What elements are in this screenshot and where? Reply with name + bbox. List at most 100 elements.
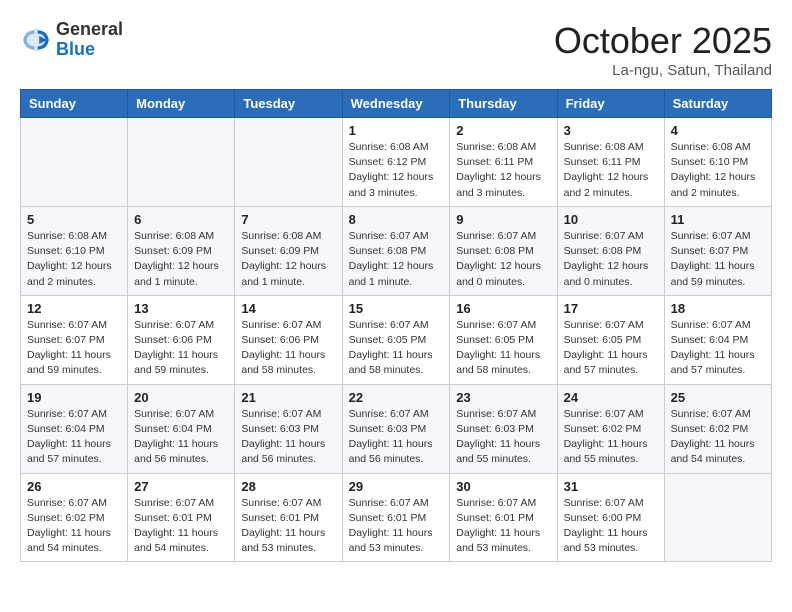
day-number: 4 <box>671 123 765 138</box>
day-info: Sunrise: 6:07 AM Sunset: 6:08 PM Dayligh… <box>456 229 550 290</box>
day-number: 8 <box>349 212 444 227</box>
column-header-friday: Friday <box>557 90 664 118</box>
column-header-sunday: Sunday <box>21 90 128 118</box>
day-info: Sunrise: 6:07 AM Sunset: 6:08 PM Dayligh… <box>564 229 658 290</box>
calendar-cell <box>664 473 771 562</box>
column-header-thursday: Thursday <box>450 90 557 118</box>
day-number: 27 <box>134 479 228 494</box>
day-number: 1 <box>349 123 444 138</box>
calendar-cell: 31 Sunrise: 6:07 AM Sunset: 6:00 PM Dayli… <box>557 473 664 562</box>
calendar-cell: 21Sunrise: 6:07 AM Sunset: 6:03 PM Dayli… <box>235 384 342 473</box>
day-number: 2 <box>456 123 550 138</box>
calendar-cell: 18Sunrise: 6:07 AM Sunset: 6:04 PM Dayli… <box>664 295 771 384</box>
calendar-cell: 17 Sunrise: 6:07 AM Sunset: 6:05 PM Dayli… <box>557 295 664 384</box>
day-info: Sunrise: 6:07 AM Sunset: 6:05 PM Dayligh… <box>456 318 550 379</box>
day-info: Sunrise: 6:07 AM Sunset: 6:03 PM Dayligh… <box>349 407 444 468</box>
calendar-week-row: 5 Sunrise: 6:08 AM Sunset: 6:10 PM Daylig… <box>21 206 772 295</box>
day-number: 19 <box>27 390 121 405</box>
calendar-cell: 5 Sunrise: 6:08 AM Sunset: 6:10 PM Daylig… <box>21 206 128 295</box>
day-info: Sunrise: 6:08 AM Sunset: 6:11 PM Dayligh… <box>456 140 550 201</box>
calendar-cell: 10Sunrise: 6:07 AM Sunset: 6:08 PM Dayli… <box>557 206 664 295</box>
day-info: Sunrise: 6:07 AM Sunset: 6:03 PM Dayligh… <box>241 407 335 468</box>
day-number: 12 <box>27 301 121 316</box>
day-number: 16 <box>456 301 550 316</box>
day-number: 13 <box>134 301 228 316</box>
day-number: 23 <box>456 390 550 405</box>
logo-blue: Blue <box>56 40 123 60</box>
day-info: Sunrise: 6:07 AM Sunset: 6:01 PM Dayligh… <box>134 496 228 557</box>
day-info: Sunrise: 6:07 AM Sunset: 6:01 PM Dayligh… <box>241 496 335 557</box>
day-number: 7 <box>241 212 335 227</box>
calendar-cell <box>235 118 342 207</box>
calendar-cell: 20Sunrise: 6:07 AM Sunset: 6:04 PM Dayli… <box>128 384 235 473</box>
day-info: Sunrise: 6:07 AM Sunset: 6:06 PM Dayligh… <box>241 318 335 379</box>
calendar-cell: 14 Sunrise: 6:07 AM Sunset: 6:06 PM Dayli… <box>235 295 342 384</box>
day-number: 25 <box>671 390 765 405</box>
calendar-cell: 12Sunrise: 6:07 AM Sunset: 6:07 PM Dayli… <box>21 295 128 384</box>
day-number: 20 <box>134 390 228 405</box>
day-number: 28 <box>241 479 335 494</box>
location: La-ngu, Satun, Thailand <box>554 62 772 79</box>
day-number: 31 <box>564 479 658 494</box>
day-number: 29 <box>349 479 444 494</box>
logo-general: General <box>56 20 123 40</box>
day-info: Sunrise: 6:07 AM Sunset: 6:00 PM Dayligh… <box>564 496 658 557</box>
day-info: Sunrise: 6:07 AM Sunset: 6:01 PM Dayligh… <box>349 496 444 557</box>
calendar-week-row: 12Sunrise: 6:07 AM Sunset: 6:07 PM Dayli… <box>21 295 772 384</box>
day-info: Sunrise: 6:08 AM Sunset: 6:11 PM Dayligh… <box>564 140 658 201</box>
calendar-cell: 13Sunrise: 6:07 AM Sunset: 6:06 PM Dayli… <box>128 295 235 384</box>
calendar-cell: 25 Sunrise: 6:07 AM Sunset: 6:02 PM Dayli… <box>664 384 771 473</box>
day-number: 14 <box>241 301 335 316</box>
calendar-cell: 8Sunrise: 6:07 AM Sunset: 6:08 PM Daylig… <box>342 206 450 295</box>
column-header-monday: Monday <box>128 90 235 118</box>
calendar-cell: 30 Sunrise: 6:07 AM Sunset: 6:01 PM Dayli… <box>450 473 557 562</box>
day-info: Sunrise: 6:07 AM Sunset: 6:03 PM Dayligh… <box>456 407 550 468</box>
logo-icon <box>20 24 52 56</box>
day-info: Sunrise: 6:07 AM Sunset: 6:05 PM Dayligh… <box>349 318 444 379</box>
title-block: October 2025 La-ngu, Satun, Thailand <box>554 20 772 79</box>
calendar-cell: 28 Sunrise: 6:07 AM Sunset: 6:01 PM Dayli… <box>235 473 342 562</box>
day-number: 18 <box>671 301 765 316</box>
calendar-cell: 22Sunrise: 6:07 AM Sunset: 6:03 PM Dayli… <box>342 384 450 473</box>
calendar-cell <box>128 118 235 207</box>
calendar-cell: 6 Sunrise: 6:08 AM Sunset: 6:09 PM Daylig… <box>128 206 235 295</box>
day-info: Sunrise: 6:08 AM Sunset: 6:09 PM Dayligh… <box>241 229 335 290</box>
calendar-table: SundayMondayTuesdayWednesdayThursdayFrid… <box>20 89 772 562</box>
day-number: 11 <box>671 212 765 227</box>
day-number: 26 <box>27 479 121 494</box>
day-number: 5 <box>27 212 121 227</box>
calendar-cell: 23 Sunrise: 6:07 AM Sunset: 6:03 PM Dayli… <box>450 384 557 473</box>
calendar-cell: 2 Sunrise: 6:08 AM Sunset: 6:11 PM Daylig… <box>450 118 557 207</box>
calendar-header-row: SundayMondayTuesdayWednesdayThursdayFrid… <box>21 90 772 118</box>
day-info: Sunrise: 6:07 AM Sunset: 6:04 PM Dayligh… <box>27 407 121 468</box>
calendar-cell: 3 Sunrise: 6:08 AM Sunset: 6:11 PM Daylig… <box>557 118 664 207</box>
calendar-cell <box>21 118 128 207</box>
month-title: October 2025 <box>554 20 772 62</box>
calendar-cell: 24Sunrise: 6:07 AM Sunset: 6:02 PM Dayli… <box>557 384 664 473</box>
day-info: Sunrise: 6:08 AM Sunset: 6:12 PM Dayligh… <box>349 140 444 201</box>
column-header-wednesday: Wednesday <box>342 90 450 118</box>
calendar-cell: 15 Sunrise: 6:07 AM Sunset: 6:05 PM Dayli… <box>342 295 450 384</box>
day-number: 30 <box>456 479 550 494</box>
logo: General Blue <box>20 20 123 60</box>
day-number: 3 <box>564 123 658 138</box>
calendar-cell: 9Sunrise: 6:07 AM Sunset: 6:08 PM Daylig… <box>450 206 557 295</box>
day-number: 15 <box>349 301 444 316</box>
day-number: 24 <box>564 390 658 405</box>
day-info: Sunrise: 6:07 AM Sunset: 6:02 PM Dayligh… <box>671 407 765 468</box>
day-number: 6 <box>134 212 228 227</box>
calendar-week-row: 26Sunrise: 6:07 AM Sunset: 6:02 PM Dayli… <box>21 473 772 562</box>
day-info: Sunrise: 6:07 AM Sunset: 6:07 PM Dayligh… <box>671 229 765 290</box>
day-info: Sunrise: 6:08 AM Sunset: 6:10 PM Dayligh… <box>27 229 121 290</box>
calendar-week-row: 19 Sunrise: 6:07 AM Sunset: 6:04 PM Dayli… <box>21 384 772 473</box>
day-info: Sunrise: 6:07 AM Sunset: 6:01 PM Dayligh… <box>456 496 550 557</box>
day-number: 17 <box>564 301 658 316</box>
day-info: Sunrise: 6:08 AM Sunset: 6:10 PM Dayligh… <box>671 140 765 201</box>
day-info: Sunrise: 6:07 AM Sunset: 6:05 PM Dayligh… <box>564 318 658 379</box>
logo-text: General Blue <box>56 20 123 60</box>
calendar-cell: 26Sunrise: 6:07 AM Sunset: 6:02 PM Dayli… <box>21 473 128 562</box>
calendar-cell: 27 Sunrise: 6:07 AM Sunset: 6:01 PM Dayli… <box>128 473 235 562</box>
page-header: General Blue October 2025 La-ngu, Satun,… <box>20 20 772 79</box>
calendar-cell: 4 Sunrise: 6:08 AM Sunset: 6:10 PM Daylig… <box>664 118 771 207</box>
day-info: Sunrise: 6:08 AM Sunset: 6:09 PM Dayligh… <box>134 229 228 290</box>
